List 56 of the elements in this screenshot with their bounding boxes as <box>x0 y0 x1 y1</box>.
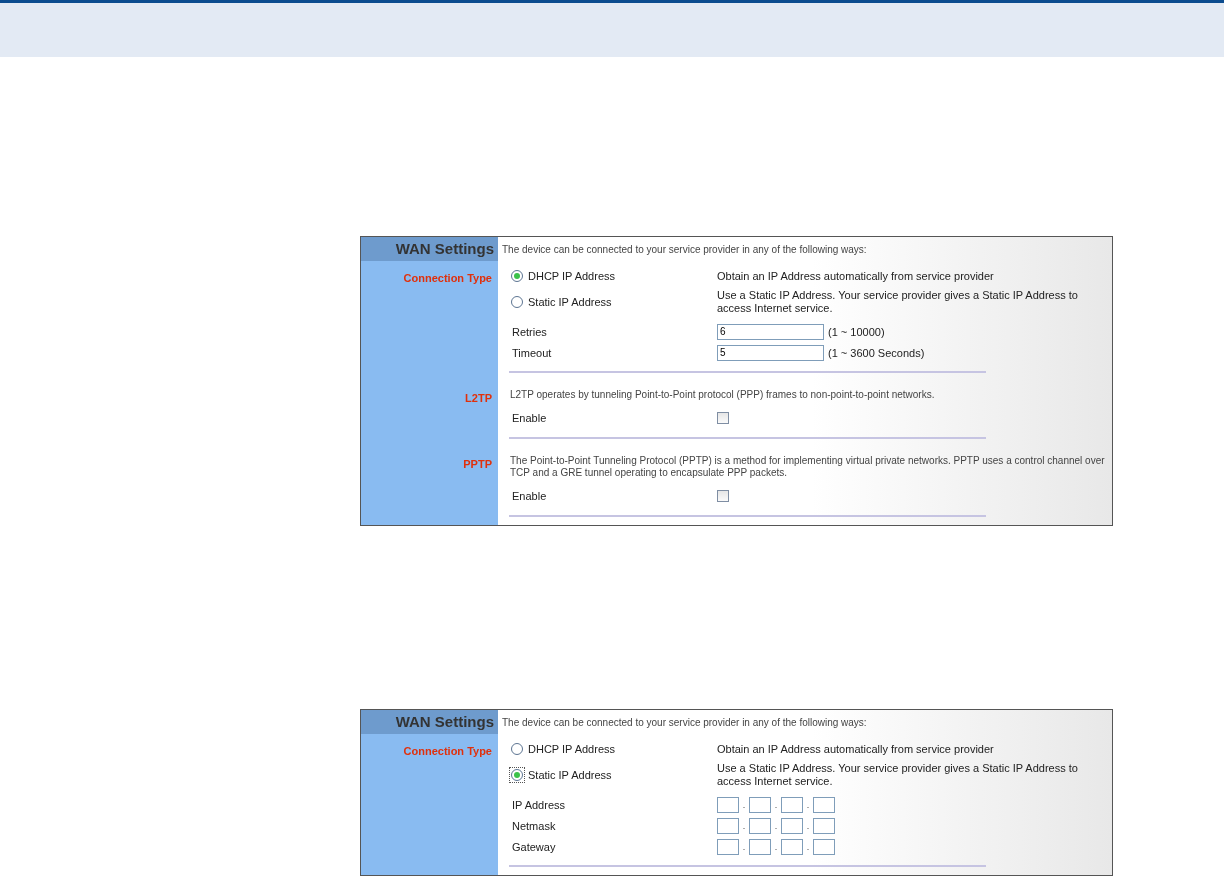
octet-field[interactable] <box>781 838 803 855</box>
dot-separator: . <box>741 799 747 810</box>
text-field[interactable]: 6 <box>717 323 824 340</box>
octet-field[interactable] <box>717 838 739 855</box>
option-description: Obtain an IP Address automatically from service provider <box>717 742 995 756</box>
radio-button[interactable] <box>509 294 525 310</box>
octet-field[interactable] <box>813 838 835 855</box>
section-label: L2TP <box>361 381 498 447</box>
checkbox[interactable] <box>717 490 729 502</box>
field-label: Retries <box>512 325 547 338</box>
option-description: Use a Static IP Address. Your service provider gives a Static IP Address to access Internet service. <box>717 289 1079 315</box>
octet-field[interactable] <box>717 817 739 834</box>
dot-separator: . <box>741 841 747 852</box>
text-field[interactable]: 5 <box>717 344 824 361</box>
intro-text: The device can be connected to your service provider in any of the following ways: <box>502 716 867 728</box>
field-label: Timeout <box>512 346 552 359</box>
dot-separator: . <box>773 841 779 852</box>
option-description: Use a Static IP Address. Your service provider gives a Static IP Address to access Internet service. <box>717 762 1079 788</box>
octet-field[interactable] <box>717 796 739 813</box>
radio-label: DHCP IP Address <box>528 743 616 755</box>
octet-field[interactable] <box>781 796 803 813</box>
range-hint: (1 ~ 10000) <box>828 325 885 338</box>
dot-separator: . <box>805 820 811 831</box>
section-description: L2TP operates by tunneling Point-to-Point protocol (PPP) frames to non-point-to-point networks. <box>510 389 936 401</box>
radio-label: Static IP Address <box>528 296 612 308</box>
field-label: IP Address <box>512 798 565 811</box>
field-label: Gateway <box>512 840 556 853</box>
checkbox[interactable] <box>717 412 729 424</box>
panel-title: WAN Settings <box>361 710 498 734</box>
range-hint: (1 ~ 3600 Seconds) <box>828 346 925 359</box>
dot-separator: . <box>741 820 747 831</box>
octet-field[interactable] <box>813 796 835 813</box>
section-description: The Point-to-Point Tunneling Protocol (PPTP) is a method for implementing virtual private networks. PPTP uses a control channel over TCP and a GRE tunnel operating to encapsulate PPP packets. <box>510 455 1106 479</box>
radio-button[interactable] <box>509 767 525 783</box>
dot-separator: . <box>805 799 811 810</box>
octet-field[interactable] <box>749 817 771 834</box>
checkbox-label: Enable <box>512 412 547 424</box>
octet-field[interactable] <box>749 838 771 855</box>
intro-text: The device can be connected to your service provider in any of the following ways: <box>502 243 867 255</box>
dot-separator: . <box>773 799 779 810</box>
radio-label: Static IP Address <box>528 769 612 781</box>
radio-button[interactable] <box>509 741 525 757</box>
section-label: Connection Type <box>361 261 498 381</box>
section-label: Connection Type <box>361 734 498 875</box>
section-label: PPTP <box>361 447 498 525</box>
radio-label: DHCP IP Address <box>528 270 616 282</box>
dot-separator: . <box>773 820 779 831</box>
field-label: Netmask <box>512 819 556 832</box>
panel-title: WAN Settings <box>361 237 498 261</box>
checkbox-label: Enable <box>512 490 547 502</box>
radio-button[interactable] <box>509 268 525 284</box>
octet-field[interactable] <box>749 796 771 813</box>
octet-field[interactable] <box>813 817 835 834</box>
octet-field[interactable] <box>781 817 803 834</box>
dot-separator: . <box>805 841 811 852</box>
option-description: Obtain an IP Address automatically from service provider <box>717 269 995 283</box>
